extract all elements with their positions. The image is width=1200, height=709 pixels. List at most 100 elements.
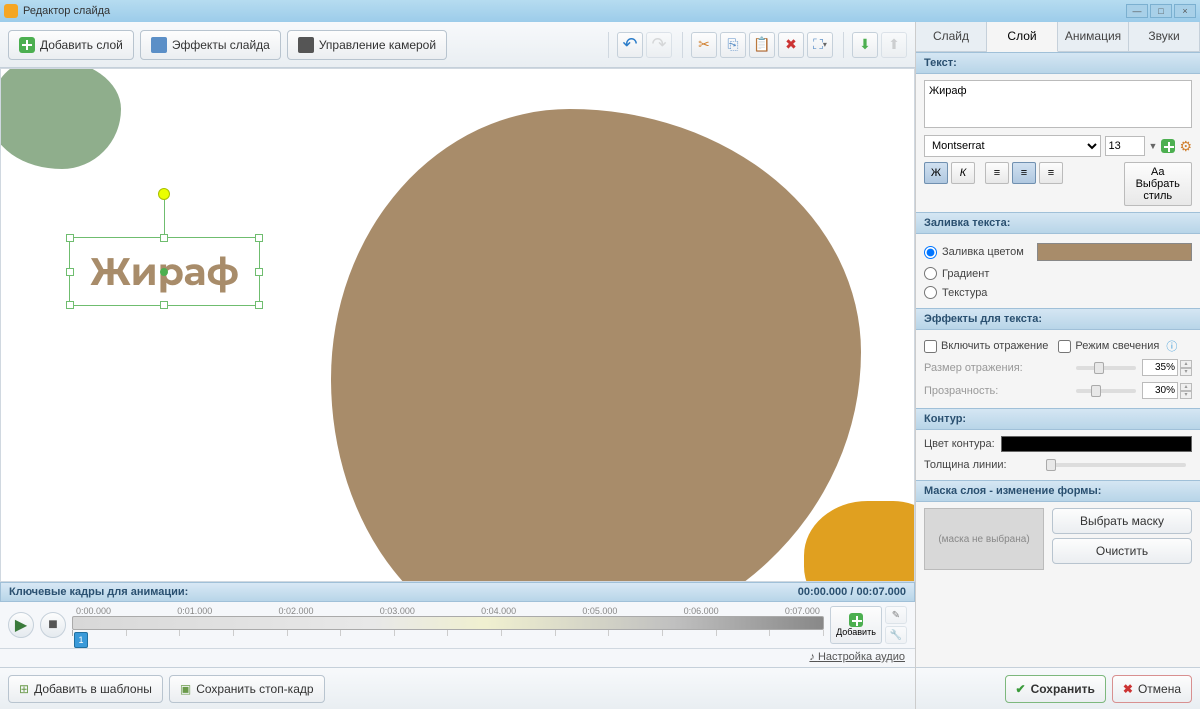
center-point[interactable] (160, 268, 168, 276)
main-toolbar: Добавить слой Эффекты слайда Управление … (0, 22, 915, 68)
save-button[interactable]: ✔Сохранить (1005, 675, 1106, 703)
add-to-templates-button[interactable]: ⊞Добавить в шаблоны (8, 675, 163, 703)
resize-handle-tl[interactable] (66, 234, 74, 242)
resize-handle-bl[interactable] (66, 301, 74, 309)
resize-handle-bm[interactable] (160, 301, 168, 309)
reflection-size-input[interactable] (1142, 359, 1178, 376)
cut-button[interactable]: ✂ (691, 32, 717, 58)
transparency-input[interactable] (1142, 382, 1178, 399)
glow-checkbox[interactable] (1058, 340, 1071, 353)
choose-style-button[interactable]: Aa Выбрать стиль (1124, 162, 1193, 206)
template-icon: ⊞ (19, 682, 29, 696)
mask-section-header: Маска слоя - изменение формы: (916, 480, 1200, 502)
fill-color-swatch[interactable] (1037, 243, 1192, 261)
align-center-button[interactable]: ≡ (1012, 162, 1036, 184)
help-icon[interactable]: ⓘ (1166, 338, 1177, 354)
selected-text-object[interactable]: Жираф (69, 237, 260, 306)
redo-icon: ↷ (651, 34, 666, 55)
choose-mask-button[interactable]: Выбрать маску (1052, 508, 1192, 534)
slide-effects-button[interactable]: Эффекты слайда (140, 30, 281, 60)
play-icon: ▶ (15, 615, 27, 635)
bold-button[interactable]: Ж (924, 162, 948, 184)
resize-handle-br[interactable] (255, 301, 263, 309)
yellow-shape[interactable] (804, 501, 915, 582)
tab-layer[interactable]: Слой (987, 22, 1058, 52)
keyframe-marker[interactable]: 1 (74, 632, 88, 648)
align-right-button[interactable]: ≡ (1039, 162, 1063, 184)
font-settings-icon[interactable]: ⚙ (1179, 138, 1192, 155)
property-tabs: Слайд Слой Анимация Звуки (916, 22, 1200, 52)
settings-keyframe-button[interactable]: 🔧 (885, 626, 907, 644)
plus-icon (849, 613, 863, 627)
brown-shape[interactable] (331, 109, 861, 582)
text-section-header: Текст: (916, 52, 1200, 74)
expand-icon: ⛶ (813, 36, 823, 53)
text-input[interactable]: Жираф (924, 80, 1192, 128)
font-size-input[interactable] (1105, 136, 1145, 156)
play-button[interactable]: ▶ (8, 612, 34, 638)
align-left-icon: ≡ (994, 167, 1000, 179)
window-title: Редактор слайда (23, 5, 110, 17)
timeline-header: Ключевые кадры для анимации: 00:00.000 /… (0, 582, 915, 602)
minimize-button[interactable]: — (1126, 4, 1148, 18)
effects-section-header: Эффекты для текста: (916, 308, 1200, 330)
maximize-button[interactable]: □ (1150, 4, 1172, 18)
gradient-radio[interactable] (924, 267, 937, 280)
add-font-icon[interactable] (1161, 139, 1175, 153)
bottom-bar: ⊞Добавить в шаблоны ▣Сохранить стоп-кадр (0, 667, 915, 709)
pencil-icon: ✎ (892, 610, 900, 621)
add-layer-button[interactable]: Добавить слой (8, 30, 134, 60)
resize-handle-tm[interactable] (160, 234, 168, 242)
arrow-down-icon: ⬇ (859, 36, 871, 53)
layer-up-button[interactable]: ⬆ (881, 32, 907, 58)
camera-control-button[interactable]: Управление камерой (287, 30, 447, 60)
undo-button[interactable]: ↶ (617, 32, 643, 58)
undo-icon: ↶ (622, 34, 637, 55)
layer-down-button[interactable]: ⬇ (852, 32, 878, 58)
clear-mask-button[interactable]: Очистить (1052, 538, 1192, 564)
italic-button[interactable]: К (951, 162, 975, 184)
titlebar: Редактор слайда — □ × (0, 0, 1200, 22)
copy-button[interactable]: ⎘ (720, 32, 746, 58)
cancel-button[interactable]: ✖Отмена (1112, 675, 1192, 703)
reflection-size-slider[interactable] (1076, 366, 1136, 370)
transparency-slider[interactable] (1076, 389, 1136, 393)
canvas[interactable]: Жираф (0, 68, 915, 582)
save-frame-button[interactable]: ▣Сохранить стоп-кадр (169, 675, 325, 703)
fill-section-header: Заливка текста: (916, 212, 1200, 234)
paste-button[interactable]: 📋 (749, 32, 775, 58)
font-select[interactable]: Montserrat (924, 135, 1101, 157)
line-width-slider[interactable] (1046, 463, 1186, 467)
timeline-track[interactable]: 0:00.0000:01.0000:02.0000:03.0000:04.000… (72, 606, 824, 644)
rotate-handle[interactable] (158, 188, 170, 200)
fill-color-radio[interactable] (924, 246, 937, 259)
green-shape[interactable] (0, 68, 121, 169)
tab-sounds[interactable]: Звуки (1129, 22, 1200, 51)
edit-keyframe-button[interactable]: ✎ (885, 606, 907, 624)
fit-button[interactable]: ⛶▾ (807, 32, 833, 58)
tab-slide[interactable]: Слайд (916, 22, 987, 51)
delete-button[interactable]: ✖ (778, 32, 804, 58)
resize-handle-tr[interactable] (255, 234, 263, 242)
scissors-icon: ✂ (698, 36, 710, 53)
align-left-button[interactable]: ≡ (985, 162, 1009, 184)
redo-button[interactable]: ↷ (646, 32, 672, 58)
tab-animation[interactable]: Анимация (1058, 22, 1129, 51)
rotate-line (164, 194, 165, 238)
copy-icon: ⎘ (727, 36, 738, 53)
align-center-icon: ≡ (1021, 167, 1027, 179)
close-button[interactable]: × (1174, 4, 1196, 18)
stop-button[interactable]: ■ (40, 612, 66, 638)
texture-radio[interactable] (924, 286, 937, 299)
arrow-up-icon: ⬆ (888, 36, 900, 53)
contour-color-swatch[interactable] (1001, 436, 1192, 452)
add-keyframe-button[interactable]: Добавить (830, 606, 882, 644)
reflection-checkbox[interactable] (924, 340, 937, 353)
resize-handle-lm[interactable] (66, 268, 74, 276)
resize-handle-rm[interactable] (255, 268, 263, 276)
mask-preview: (маска не выбрана) (924, 508, 1044, 570)
align-right-icon: ≡ (1048, 167, 1054, 179)
frame-icon: ▣ (180, 682, 191, 696)
audio-settings-link[interactable]: ♪ Настройка аудио (0, 649, 915, 667)
contour-section-header: Контур: (916, 408, 1200, 430)
